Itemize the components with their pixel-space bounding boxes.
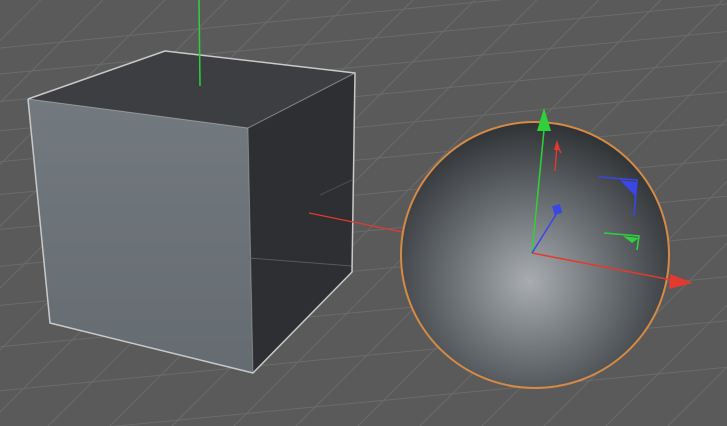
cube-y-axis [198, 0, 201, 87]
3d-viewport[interactable] [0, 0, 727, 426]
sphere-object[interactable] [400, 121, 670, 389]
viewport-canvas[interactable] [0, 0, 727, 426]
sphere-body[interactable] [401, 122, 669, 388]
